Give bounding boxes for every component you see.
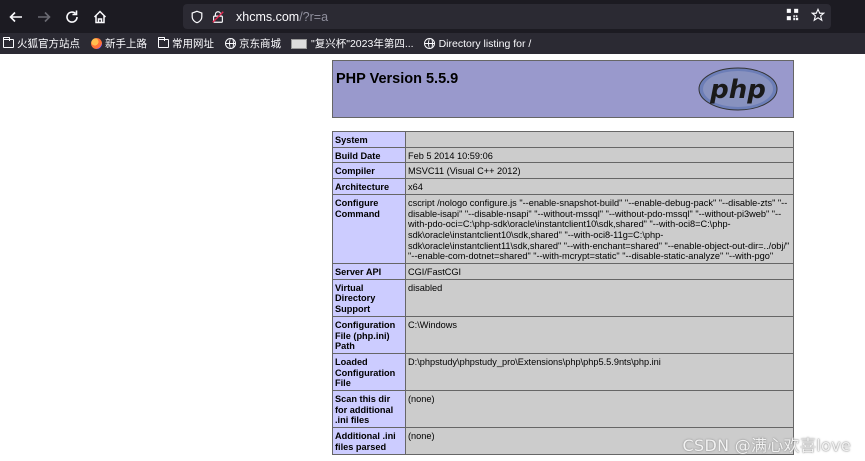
row-key: Scan this dir for additional .ini files [332, 390, 406, 429]
row-value: disabled [405, 278, 794, 317]
svg-text:php: php [709, 75, 766, 105]
bookmarks-toolbar: 火狐官方站点 新手上路 常用网址 京东商城 "复兴杯"2023年第四... Di… [0, 33, 865, 54]
bookmark-label: Directory listing for / [438, 37, 532, 50]
row-key: Loaded Configuration File [332, 352, 406, 392]
bookmark-label: 火狐官方站点 [17, 38, 80, 50]
row-key: Additional .ini files parsed [332, 427, 406, 455]
row-key: Architecture [332, 178, 406, 195]
row-key: Configuration File (php.ini) Path [332, 315, 406, 354]
table-row: Loaded Configuration File D:\phpstudy\php… [332, 352, 794, 392]
bookmark-item[interactable]: "复兴杯"2023年第四... [291, 36, 414, 51]
table-row: Configure Command cscript /nologo configu… [332, 193, 794, 265]
bookmark-label: 新手上路 [105, 38, 147, 50]
tracking-shield-icon[interactable] [189, 9, 205, 25]
folder-icon [2, 37, 14, 49]
table-row: Virtual Directory Support disabled [332, 278, 794, 317]
forward-arrow-icon [38, 11, 51, 22]
row-value: MSVC11 (Visual C++ 2012) [405, 162, 794, 180]
row-key: System [332, 131, 406, 148]
csdn-watermark: CSDN @满心欢喜love [682, 436, 851, 455]
row-value: cscript /nologo configure.js "--enable-s… [405, 193, 794, 265]
url-text[interactable]: xhcms.com/?r=a [236, 10, 328, 24]
bookmark-item[interactable]: 新手上路 [90, 36, 147, 51]
back-arrow-icon [9, 11, 22, 22]
table-row: Configuration File (php.ini) Path C:\Wind… [332, 315, 794, 354]
row-value: Feb 5 2014 10:59:06 [405, 146, 794, 164]
table-row: Compiler MSVC11 (Visual C++ 2012) [332, 162, 794, 180]
thumbnail-icon [291, 38, 307, 49]
row-key: Build Date [332, 146, 406, 164]
firefox-icon [90, 38, 102, 49]
php-version-header: PHP Version 5.5.9 php [332, 60, 794, 118]
folder-icon [157, 37, 169, 49]
bookmark-item[interactable]: 常用网址 [157, 36, 214, 51]
qr-code-icon[interactable] [786, 8, 799, 21]
row-value: CGI/FastCGI [405, 263, 794, 280]
bookmark-item[interactable]: 京东商城 [224, 36, 281, 51]
row-value: D:\phpstudy\phpstudy_pro\Extensions\php\… [405, 352, 794, 392]
reload-button[interactable] [58, 3, 86, 31]
bookmark-label: "复兴杯"2023年第四... [311, 38, 414, 50]
php-version-title: PHP Version 5.5.9 [336, 71, 459, 87]
row-key: Compiler [332, 162, 406, 180]
phpinfo-page: PHP Version 5.5.9 php System Build Date Fe… [0, 54, 865, 461]
table-row: Server API CGI/FastCGI [332, 263, 794, 280]
bookmark-label: 常用网址 [172, 38, 214, 50]
forward-button[interactable] [30, 3, 58, 31]
row-key: Virtual Directory Support [332, 278, 406, 317]
browser-toolbar: xhcms.com/?r=a [0, 0, 865, 33]
reload-icon [66, 10, 78, 23]
url-host: xhcms.com [236, 9, 300, 24]
table-row: System [332, 131, 794, 148]
table-row: Scan this dir for additional .ini files(… [332, 390, 794, 429]
home-button[interactable] [86, 3, 114, 31]
url-path: /?r=a [299, 9, 329, 24]
table-row: Build Date Feb 5 2014 10:59:06 [332, 146, 794, 164]
table-row: Architecture x64 [332, 178, 794, 195]
address-bar[interactable]: xhcms.com/?r=a [183, 4, 831, 29]
bookmark-item[interactable]: Directory listing for / [424, 37, 532, 50]
globe-icon [224, 38, 236, 49]
row-key: Configure Command [332, 193, 406, 265]
row-value: x64 [405, 178, 794, 195]
row-key: Server API [332, 263, 406, 280]
row-value: (none) [405, 390, 794, 429]
bookmark-label: 京东商城 [239, 38, 281, 50]
home-icon [93, 9, 107, 23]
globe-icon [424, 38, 436, 49]
php-logo-icon: php [698, 67, 778, 111]
bookmark-star-icon[interactable] [811, 8, 825, 22]
bookmark-item[interactable]: 火狐官方站点 [2, 36, 80, 51]
phpinfo-table: System Build Date Feb 5 2014 10:59:06 Compi… [332, 131, 794, 455]
back-button[interactable] [2, 3, 30, 31]
row-value: C:\Windows [405, 315, 794, 354]
insecure-lock-icon[interactable] [210, 9, 226, 25]
row-value [405, 131, 794, 148]
